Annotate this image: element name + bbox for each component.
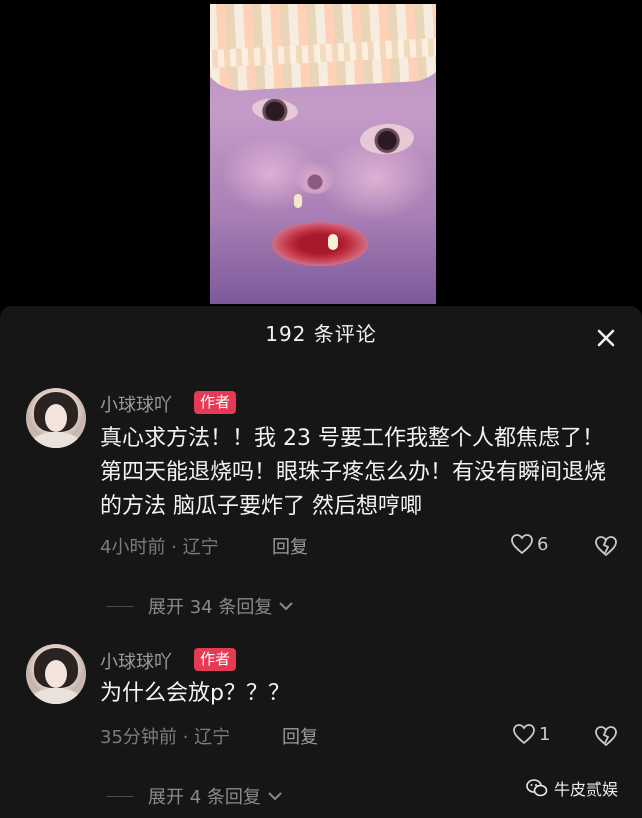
- expand-replies-label: 展开 4 条回复: [148, 787, 261, 808]
- reply-button[interactable]: 回复: [282, 723, 318, 749]
- comment-count-title: 192 条评论: [265, 322, 377, 346]
- expand-replies-button[interactable]: 展开 34 条回复: [106, 593, 294, 619]
- expand-divider: [106, 795, 134, 797]
- comment-meta: 35分钟前 · 辽宁: [100, 727, 231, 748]
- dislike-button[interactable]: [594, 535, 618, 561]
- author-badge: 作者: [194, 391, 237, 414]
- nose-drip: [294, 194, 302, 208]
- dislike-button[interactable]: [594, 725, 618, 751]
- close-button[interactable]: [593, 325, 619, 351]
- author-badge: 作者: [194, 648, 237, 671]
- reply-button[interactable]: 回复: [272, 533, 308, 559]
- avatar-face: [45, 404, 67, 432]
- nose: [294, 154, 336, 194]
- comment-text: 为什么会放p？？？: [100, 681, 290, 706]
- comment-text: 真心求方法！！我 23 号要工作我整个人都焦虑了！第四天能退烧吗！眼珠子疼怎么办…: [100, 426, 607, 519]
- avatar[interactable]: [26, 644, 86, 704]
- lip-drip: [328, 234, 338, 250]
- watermark-text: 牛皮贰娱: [554, 780, 619, 799]
- wechat-icon: [526, 779, 548, 797]
- chevron-down-icon: [268, 792, 282, 801]
- heart-outline-icon: [511, 534, 533, 555]
- chevron-down-icon: [279, 602, 294, 611]
- like-button[interactable]: 6: [510, 533, 548, 555]
- expand-replies-label: 展开 34 条回复: [148, 597, 273, 618]
- like-count: 1: [539, 723, 551, 745]
- watermark: 牛皮贰娱: [526, 776, 618, 800]
- comment-username[interactable]: 小球球吖: [100, 391, 172, 417]
- avatar[interactable]: [26, 388, 86, 448]
- heart-outline-icon: [513, 724, 535, 745]
- like-count: 6: [537, 533, 549, 555]
- close-icon: [597, 329, 615, 347]
- expand-replies-button[interactable]: 展开 4 条回复: [106, 783, 283, 809]
- avatar-face: [45, 660, 67, 688]
- avatar-shoulders: [32, 688, 80, 704]
- like-button[interactable]: 1: [512, 723, 550, 745]
- video-preview[interactable]: [210, 4, 436, 304]
- avatar-shoulders: [32, 432, 80, 448]
- broken-heart-icon: [595, 726, 617, 747]
- broken-heart-icon: [595, 536, 617, 557]
- lips: [272, 222, 368, 266]
- comment-username[interactable]: 小球球吖: [100, 648, 172, 674]
- expand-divider: [106, 605, 134, 607]
- comment-meta: 4小时前 · 辽宁: [100, 537, 219, 558]
